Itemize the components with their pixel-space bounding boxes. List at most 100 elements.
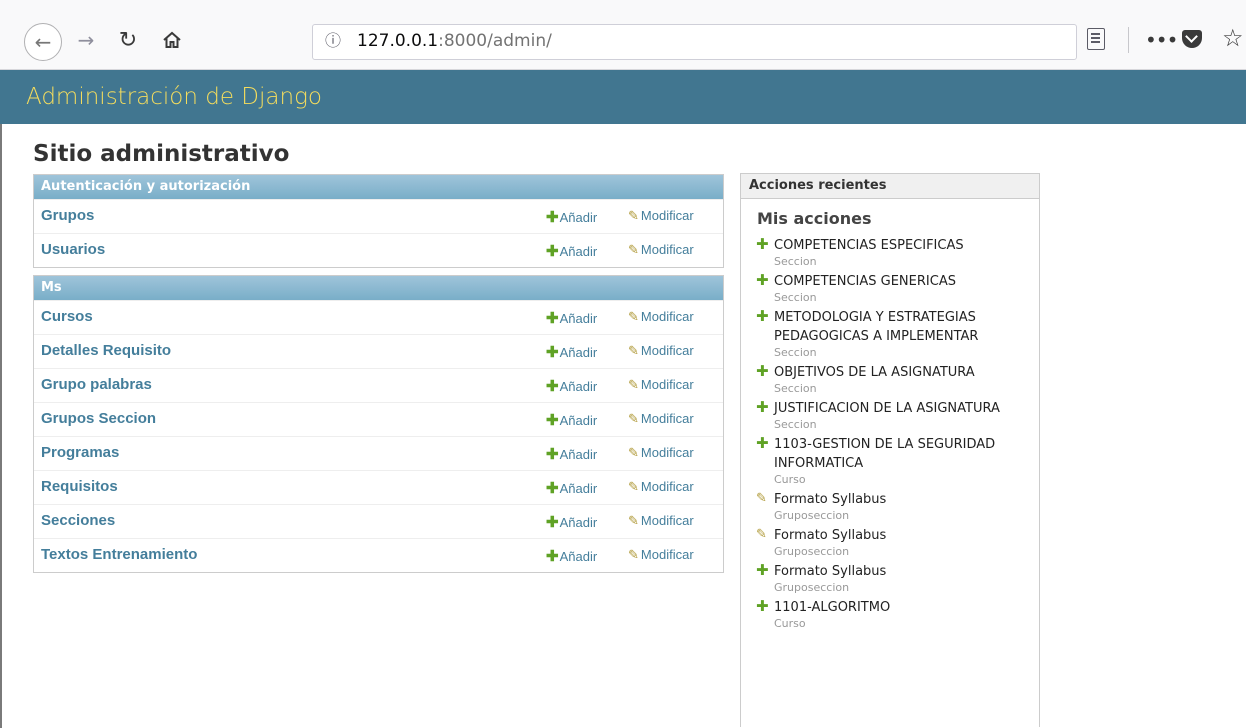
add-link[interactable]: ✚Añadir	[546, 513, 597, 531]
recent-action-link[interactable]: ✚ JUSTIFICACION DE LA ASIGNATURA	[756, 398, 1036, 418]
recent-action-link[interactable]: ✚ COMPETENCIAS ESPECIFICAS	[756, 235, 1036, 255]
module-caption[interactable]: Autenticación y autorización	[34, 175, 723, 199]
model-link[interactable]: Grupos	[41, 207, 94, 224]
add-link[interactable]: ✚Añadir	[546, 411, 597, 429]
change-label: Modificar	[640, 411, 694, 426]
add-icon: ✚	[756, 307, 769, 325]
recent-action-item: ✎ Formato Syllabus Gruposeccion	[756, 490, 1036, 522]
change-label: Modificar	[640, 513, 694, 528]
recent-action-item: ✎ Formato Syllabus Gruposeccion	[756, 526, 1036, 558]
recent-action-type: Seccion	[774, 418, 817, 431]
add-link[interactable]: ✚Añadir	[546, 479, 597, 497]
pocket-icon[interactable]	[1182, 30, 1202, 48]
add-icon: ✚	[756, 398, 769, 416]
model-link[interactable]: Requisitos	[41, 478, 118, 495]
bookmark-star-icon[interactable]: ☆	[1222, 24, 1244, 52]
change-link[interactable]: ✎ Modificar	[628, 242, 694, 258]
recent-action-label: Formato Syllabus	[774, 492, 887, 507]
change-link[interactable]: ✎ Modificar	[628, 309, 694, 325]
table-row: Grupo palabras ✚Añadir ✎ Modificar	[34, 368, 723, 402]
recent-action-label: COMPETENCIAS GENERICAS	[774, 274, 956, 289]
forward-button[interactable]: →	[70, 24, 102, 56]
url-bar[interactable]: ⓘ 127.0.0.1:8000/admin/	[312, 24, 1077, 60]
add-label: Añadir	[559, 345, 598, 360]
recent-action-link[interactable]: ✚ 1101-ALGORITMO	[756, 597, 1036, 617]
reader-view-icon[interactable]	[1087, 28, 1105, 50]
recent-action-label: 1103-GESTION DE LA SEGURIDAD INFORMATICA	[774, 437, 996, 471]
change-link[interactable]: ✎ Modificar	[628, 343, 694, 359]
site-header: Administración de Django	[0, 70, 1246, 124]
model-link[interactable]: Usuarios	[41, 241, 105, 258]
pencil-icon: ✎	[628, 242, 639, 257]
add-icon: ✚	[546, 310, 559, 327]
add-link[interactable]: ✚Añadir	[546, 445, 597, 463]
model-link[interactable]: Cursos	[41, 308, 93, 325]
table-row: Textos Entrenamiento ✚Añadir ✎ Modificar	[34, 538, 723, 572]
pencil-icon: ✎	[628, 547, 639, 562]
recent-action-item: ✚ OBJETIVOS DE LA ASIGNATURA Seccion	[756, 362, 1036, 395]
recent-action-link[interactable]: ✎ Formato Syllabus	[756, 526, 1036, 545]
site-title[interactable]: Administración de Django	[26, 84, 322, 110]
change-label: Modificar	[640, 445, 694, 460]
change-link[interactable]: ✎ Modificar	[628, 445, 694, 461]
change-link[interactable]: ✎ Modificar	[628, 208, 694, 224]
add-icon: ✚	[546, 446, 559, 463]
add-link[interactable]: ✚Añadir	[546, 309, 597, 327]
add-icon: ✚	[546, 412, 559, 429]
recent-action-label: METODOLOGIA Y ESTRATEGIAS PEDAGOGICAS A …	[774, 310, 979, 344]
add-label: Añadir	[559, 311, 598, 326]
recent-action-type: Seccion	[774, 382, 817, 395]
reload-icon: ↻	[118, 27, 138, 53]
table-row: Secciones ✚Añadir ✎ Modificar	[34, 504, 723, 538]
recent-action-link[interactable]: ✚ Formato Syllabus	[756, 561, 1036, 581]
recent-action-link[interactable]: ✚ METODOLOGIA Y ESTRATEGIAS PEDAGOGICAS A…	[756, 307, 1036, 346]
model-link[interactable]: Programas	[41, 444, 119, 461]
add-label: Añadir	[559, 210, 598, 225]
pencil-icon: ✎	[756, 491, 767, 506]
model-link[interactable]: Secciones	[41, 512, 115, 529]
module-caption[interactable]: Ms	[34, 276, 723, 300]
recent-action-link[interactable]: ✚ OBJETIVOS DE LA ASIGNATURA	[756, 362, 1036, 382]
model-link[interactable]: Grupo palabras	[41, 376, 152, 393]
back-button[interactable]: ←	[24, 23, 62, 61]
add-link[interactable]: ✚Añadir	[546, 343, 597, 361]
more-actions-icon[interactable]: •••	[1145, 28, 1178, 52]
recent-actions-caption: Acciones recientes	[741, 174, 1039, 199]
table-row: Requisitos ✚Añadir ✎ Modificar	[34, 470, 723, 504]
recent-actions-list: ✚ COMPETENCIAS ESPECIFICAS Seccion ✚ COMPETE…	[756, 235, 1036, 634]
module-auth: Autenticación y autorización Grupos ✚Aña…	[33, 174, 724, 268]
page-title: Sitio administrativo	[33, 141, 290, 167]
change-link[interactable]: ✎ Modificar	[628, 513, 694, 529]
pencil-icon: ✎	[628, 343, 639, 358]
arrow-right-icon: →	[77, 28, 95, 52]
recent-action-link[interactable]: ✚ 1103-GESTION DE LA SEGURIDAD INFORMATIC…	[756, 434, 1036, 473]
pencil-icon: ✎	[756, 527, 767, 542]
change-label: Modificar	[640, 208, 694, 223]
add-link[interactable]: ✚Añadir	[546, 377, 597, 395]
table-row: Grupos ✚Añadir ✎ Modificar	[34, 199, 723, 233]
recent-action-item: ✚ COMPETENCIAS ESPECIFICAS Seccion	[756, 235, 1036, 268]
model-link[interactable]: Detalles Requisito	[41, 342, 171, 359]
change-link[interactable]: ✎ Modificar	[628, 547, 694, 563]
recent-action-link[interactable]: ✚ COMPETENCIAS GENERICAS	[756, 271, 1036, 291]
recent-action-item: ✚ COMPETENCIAS GENERICAS Seccion	[756, 271, 1036, 304]
recent-action-type: Gruposeccion	[774, 509, 850, 522]
recent-action-type: Curso	[774, 473, 806, 486]
change-link[interactable]: ✎ Modificar	[628, 479, 694, 495]
change-link[interactable]: ✎ Modificar	[628, 377, 694, 393]
reload-button[interactable]: ↻	[112, 24, 144, 56]
toolbar-separator	[1128, 27, 1129, 53]
add-link[interactable]: ✚Añadir	[546, 242, 597, 260]
model-link[interactable]: Grupos Seccion	[41, 410, 156, 427]
add-label: Añadir	[559, 481, 598, 496]
add-icon: ✚	[546, 378, 559, 395]
recent-action-label: Formato Syllabus	[774, 528, 887, 543]
table-row: Cursos ✚Añadir ✎ Modificar	[34, 300, 723, 334]
change-link[interactable]: ✎ Modificar	[628, 411, 694, 427]
home-button[interactable]	[156, 24, 188, 56]
add-link[interactable]: ✚Añadir	[546, 208, 597, 226]
info-icon[interactable]: ⓘ	[323, 31, 343, 51]
add-link[interactable]: ✚Añadir	[546, 547, 597, 565]
model-link[interactable]: Textos Entrenamiento	[41, 546, 197, 563]
recent-action-link[interactable]: ✎ Formato Syllabus	[756, 490, 1036, 509]
